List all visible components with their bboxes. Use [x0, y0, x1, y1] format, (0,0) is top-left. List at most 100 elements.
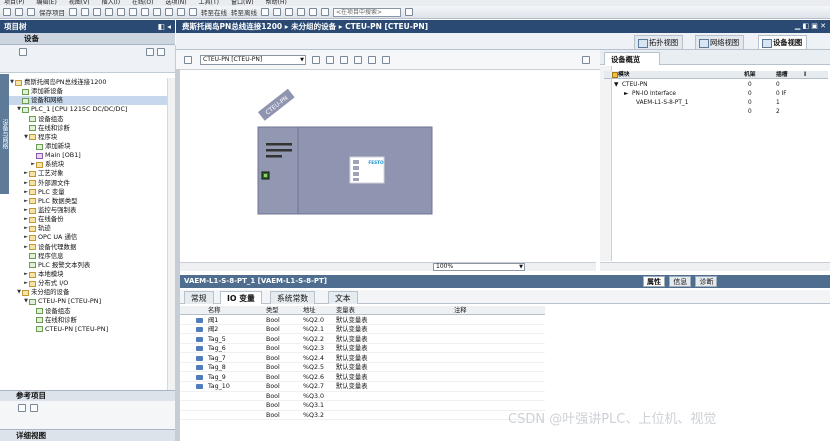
- project-search-input[interactable]: <在项目中搜索>: [333, 7, 401, 17]
- overview-horizontal-scrollbar[interactable]: [600, 262, 830, 271]
- cross-reference-icon[interactable]: [297, 8, 305, 16]
- tree-item[interactable]: 设备组态: [9, 115, 167, 124]
- zoom-select[interactable]: 100% ▼: [433, 263, 525, 271]
- fit-icon[interactable]: [368, 56, 376, 64]
- tree-item[interactable]: Main [OB1]: [9, 151, 167, 160]
- tree-item[interactable]: ► 本地模块: [9, 270, 167, 279]
- io-table-row[interactable]: Tag_8 Bool %Q2.5 默认变量表: [180, 363, 545, 373]
- tree-item[interactable]: CTEU-PN [CTEU-PN]: [9, 325, 167, 334]
- tree-item[interactable]: ► 系统块: [9, 160, 167, 169]
- tree-item[interactable]: ► 外部源文件: [9, 179, 167, 188]
- io-table-row[interactable]: Bool %Q3.2: [180, 411, 545, 421]
- tree-item[interactable]: 设备和网络: [9, 96, 167, 106]
- tree-item[interactable]: 在线和诊断: [9, 124, 167, 133]
- split-vertical-icon[interactable]: [321, 8, 329, 16]
- save-icon[interactable]: [27, 8, 35, 16]
- tab-device-overview[interactable]: 设备概览: [604, 52, 660, 65]
- overview-row[interactable]: ► PN-IO Interface 0 0 IF: [604, 90, 828, 98]
- tree-item[interactable]: ► 设备代理数据: [9, 243, 167, 252]
- download-icon[interactable]: [165, 8, 173, 16]
- tree-item[interactable]: ► OPC UA 通信: [9, 233, 167, 242]
- overview-row[interactable]: VAEM-L1-S-8-PT_1 0 1: [604, 99, 828, 107]
- copy-icon[interactable]: [93, 8, 101, 16]
- tree-item[interactable]: 添加新块: [9, 142, 167, 151]
- tree-scrollbar[interactable]: [167, 78, 175, 390]
- new-project-icon[interactable]: [3, 8, 11, 16]
- close-reference-icon[interactable]: [30, 404, 38, 412]
- tree-item[interactable]: 设备组态: [9, 307, 167, 316]
- tree-item[interactable]: 在线和诊断: [9, 316, 167, 325]
- tree-item[interactable]: ► 在线备份: [9, 215, 167, 224]
- device-properties-icon[interactable]: [312, 56, 320, 64]
- delete-icon[interactable]: [117, 8, 125, 16]
- io-table-row[interactable]: Tag_10 Bool %Q2.7 默认变量表: [180, 382, 545, 392]
- filter-icon[interactable]: [612, 72, 618, 78]
- io-table-row[interactable]: Tag_6 Bool %Q2.3 默认变量表: [180, 344, 545, 354]
- tree-view-icon[interactable]: [146, 48, 154, 56]
- tree-item[interactable]: ▼ 程序块: [9, 133, 167, 142]
- io-table-row[interactable]: 阀1 Bool %Q2.0 默认变量表: [180, 316, 545, 325]
- tree-overview-icon[interactable]: [157, 48, 165, 56]
- canvas-horizontal-scrollbar[interactable]: [180, 262, 596, 271]
- io-table-row[interactable]: Bool %Q3.0: [180, 392, 545, 402]
- device-canvas[interactable]: CTEU-PN FESTO: [180, 71, 596, 260]
- tree-item[interactable]: 添加新设备: [9, 87, 167, 96]
- tree-item[interactable]: ▼ 未分组的设备: [9, 288, 167, 297]
- io-table-row[interactable]: 阀2 Bool %Q2.1 默认变量表: [180, 325, 545, 335]
- print-icon[interactable]: [69, 8, 77, 16]
- tree-item[interactable]: ► PLC 数据类型: [9, 197, 167, 206]
- tab-info[interactable]: 信息: [669, 276, 692, 287]
- details-view-header[interactable]: 详细视图: [0, 429, 175, 441]
- table-icon[interactable]: [354, 56, 362, 64]
- tree-item[interactable]: ▼ 费斯托阀岛PN总线连接1200: [9, 78, 167, 87]
- stop-cpu-icon[interactable]: [285, 8, 293, 16]
- collapse-arrow-icon[interactable]: ◧ ◂: [158, 20, 171, 33]
- tab-device-view[interactable]: 设备视图: [758, 35, 808, 49]
- io-table-row[interactable]: Tag_9 Bool %Q2.6 默认变量表: [180, 373, 545, 382]
- reference-projects-header[interactable]: 参考项目: [0, 390, 175, 401]
- split-horizontal-icon[interactable]: [309, 8, 317, 16]
- collapse-overview-icon[interactable]: [582, 56, 590, 64]
- start-cpu-icon[interactable]: [273, 8, 281, 16]
- io-table-row[interactable]: Bool %Q3.1: [180, 401, 545, 411]
- tree-item[interactable]: ▼ CTEU-PN [CTEU-PN]: [9, 297, 167, 306]
- tree-item[interactable]: ▼ PLC_1 [CPU 1215C DC/DC/DC]: [9, 105, 167, 114]
- io-table-row[interactable]: Tag_5 Bool %Q2.2 默认变量表: [180, 335, 545, 344]
- subtab-general[interactable]: 常规: [184, 291, 214, 304]
- go-online-button[interactable]: 转至在线: [201, 7, 227, 17]
- window-controls[interactable]: ▁ ◧ ▣ ✕: [795, 20, 826, 33]
- redo-icon[interactable]: [141, 8, 149, 16]
- tab-topology-view[interactable]: 拓扑视图: [634, 35, 684, 49]
- subtab-io-tags[interactable]: IO 变量: [220, 291, 262, 304]
- compile-icon[interactable]: [153, 8, 161, 16]
- io-table-row[interactable]: Tag_7 Bool %Q2.4 默认变量表: [180, 354, 545, 363]
- search-binoculars-icon[interactable]: [405, 8, 413, 16]
- open-project-icon[interactable]: [15, 8, 23, 16]
- simulation-icon[interactable]: [189, 8, 197, 16]
- grid-icon[interactable]: [326, 56, 334, 64]
- devices-header[interactable]: 设备: [0, 33, 175, 45]
- tab-properties[interactable]: 属性: [643, 276, 665, 287]
- tree-item[interactable]: ► 工艺对象: [9, 169, 167, 178]
- tree-item[interactable]: ► PLC 变量: [9, 188, 167, 197]
- undo-icon[interactable]: [129, 8, 137, 16]
- side-tab-devices-networks[interactable]: 设备与网络: [0, 74, 9, 194]
- tree-item[interactable]: PLC 报警文本列表: [9, 261, 167, 270]
- upload-icon[interactable]: [177, 8, 185, 16]
- tree-options-icon[interactable]: [19, 48, 27, 56]
- go-offline-button[interactable]: 转至离线: [231, 7, 257, 17]
- cut-icon[interactable]: [81, 8, 89, 16]
- paste-icon[interactable]: [105, 8, 113, 16]
- subtab-system-constants[interactable]: 系统常数: [270, 291, 316, 304]
- overview-row[interactable]: ▼ CTEU-PN 0 0: [604, 81, 828, 89]
- save-project-button[interactable]: 保存项目: [39, 7, 65, 17]
- tab-network-view[interactable]: 网络视图: [695, 35, 745, 49]
- subtab-texts[interactable]: 文本: [328, 291, 358, 304]
- tree-item[interactable]: ► 分布式 I/O: [9, 279, 167, 288]
- accessible-devices-icon[interactable]: [261, 8, 269, 16]
- tree-item[interactable]: 程序信息: [9, 252, 167, 261]
- show-labels-icon[interactable]: [340, 56, 348, 64]
- tree-item[interactable]: ► 监控与强制表: [9, 206, 167, 215]
- tree-item[interactable]: ► 轨迹: [9, 224, 167, 233]
- zoom-icon[interactable]: [382, 56, 390, 64]
